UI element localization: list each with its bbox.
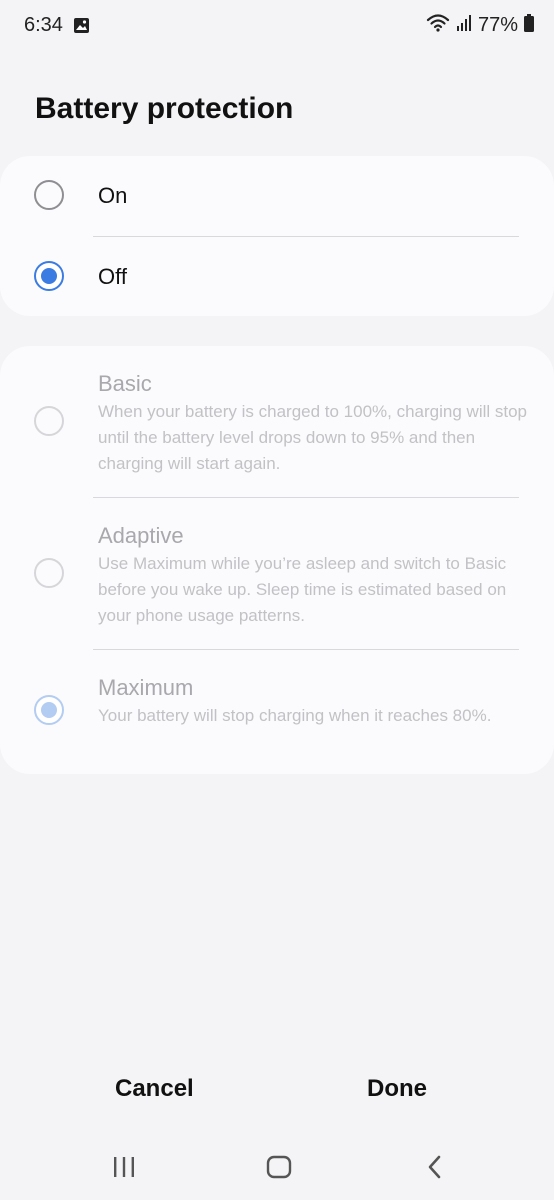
page-title: Battery protection: [35, 92, 294, 125]
mode-adaptive-title: Adaptive: [98, 523, 184, 548]
gallery-icon: [73, 17, 90, 39]
mode-maximum-description: Your battery will stop charging when it …: [98, 706, 492, 725]
mode-basic-description: When your battery is charged to 100%, ch…: [98, 402, 528, 473]
recent-apps-icon[interactable]: [111, 1154, 137, 1185]
mode-maximum-row: Maximum Your battery will stop charging …: [0, 650, 554, 774]
signal-icon: [456, 14, 472, 37]
mode-adaptive-row: Adaptive Use Maximum while you’re asleep…: [0, 498, 554, 649]
option-on-label: On: [98, 183, 128, 208]
option-off-row[interactable]: Off: [0, 237, 554, 316]
radio-on[interactable]: [34, 180, 64, 210]
option-on-row[interactable]: On: [0, 156, 554, 236]
status-bar: 6:34 77%: [0, 0, 554, 52]
status-time: 6:34: [24, 14, 63, 36]
done-button[interactable]: Done: [367, 1075, 427, 1103]
battery-protection-screen: 6:34 77% Battery protection On Off Basic…: [0, 0, 554, 1200]
radio-off[interactable]: [34, 261, 64, 291]
mode-maximum-title: Maximum: [98, 675, 194, 700]
radio-adaptive: [34, 558, 64, 588]
mode-basic-title: Basic: [98, 371, 152, 396]
battery-percent: 77%: [477, 14, 518, 36]
battery-icon: [524, 14, 534, 37]
back-icon[interactable]: [423, 1154, 447, 1185]
protection-toggle-card: On Off: [0, 156, 554, 316]
wifi-icon: [426, 13, 450, 38]
navigation-bar: [0, 1140, 554, 1200]
status-icons: 77%: [426, 13, 534, 38]
mode-basic-row: Basic When your battery is charged to 10…: [0, 346, 554, 497]
option-off-label: Off: [98, 264, 127, 289]
radio-basic: [34, 406, 64, 436]
radio-maximum: [34, 695, 64, 725]
protection-modes-card: Basic When your battery is charged to 10…: [0, 346, 554, 774]
cancel-button[interactable]: Cancel: [115, 1075, 194, 1103]
mode-adaptive-description: Use Maximum while you’re asleep and swit…: [98, 554, 507, 625]
home-icon[interactable]: [265, 1154, 293, 1185]
